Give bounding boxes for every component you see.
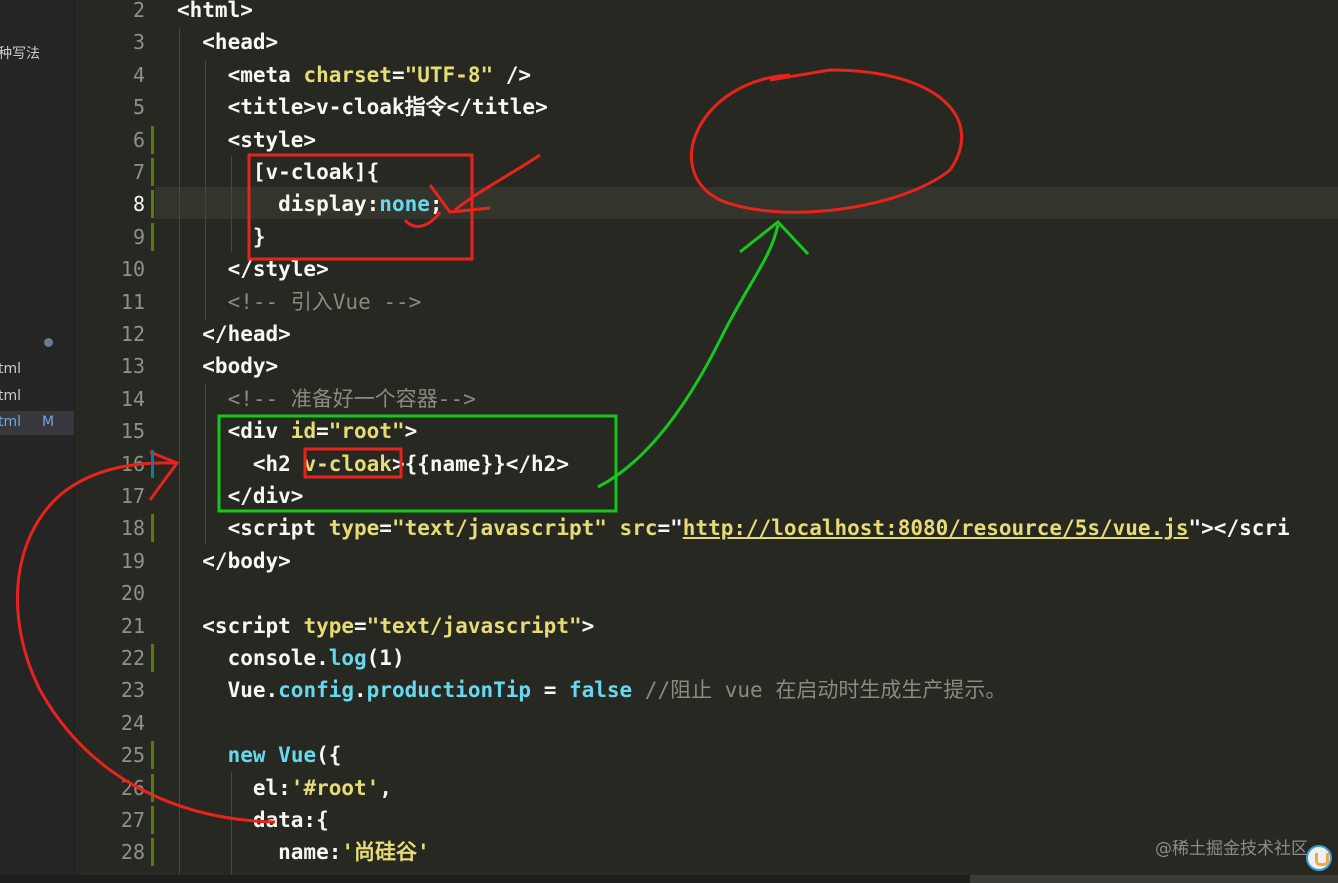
handwritten-annotations — [15, 68, 963, 824]
red-box-vcloak-attr — [303, 447, 403, 479]
git-change-indicator — [151, 644, 154, 672]
git-change-indicator — [151, 222, 154, 251]
red-circle-empty-page — [690, 68, 963, 214]
git-change-indicator — [151, 741, 154, 770]
red-arrow-head — [148, 450, 180, 501]
green-arrow-line — [597, 224, 780, 489]
git-change-indicator — [151, 514, 154, 543]
git-change-indicator — [151, 125, 154, 154]
git-change-indicator — [151, 838, 154, 867]
git-change-indicator — [151, 158, 154, 186]
git-change-indicator — [151, 773, 154, 802]
red-box-vcloak-css — [247, 153, 474, 261]
green-box-root-div — [217, 414, 618, 513]
git-change-indicator — [151, 449, 154, 478]
red-curved-arrow-line — [15, 461, 276, 824]
git-change-indicator — [151, 806, 154, 834]
git-change-indicator — [151, 190, 154, 219]
